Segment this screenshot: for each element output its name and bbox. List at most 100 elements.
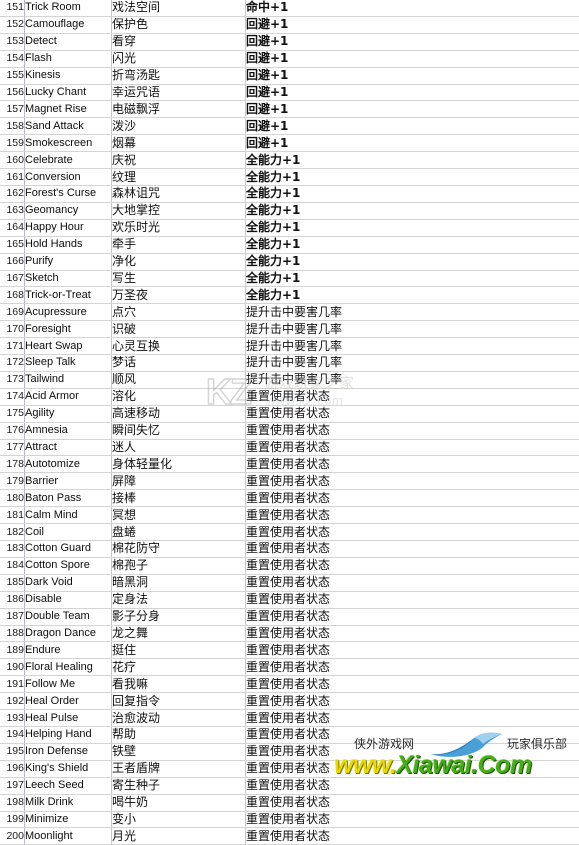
- move-name-chinese: 暗黑洞: [112, 574, 246, 591]
- table-row[interactable]: 174Acid Armor溶化重置使用者状态: [0, 388, 579, 405]
- row-number: 164: [0, 219, 25, 236]
- move-name-english: Baton Pass: [25, 490, 112, 507]
- table-row[interactable]: 168Trick-or-Treat万圣夜全能力+1: [0, 287, 579, 304]
- move-name-chinese: 识破: [112, 321, 246, 338]
- table-row[interactable]: 194Helping Hand帮助重置使用者状态: [0, 726, 579, 743]
- table-row[interactable]: 197Leech Seed寄生种子重置使用者状态: [0, 777, 579, 794]
- table-row[interactable]: 180Baton Pass接棒重置使用者状态: [0, 490, 579, 507]
- move-name-english: Dark Void: [25, 574, 112, 591]
- move-name-english: Purify: [25, 253, 112, 270]
- table-row[interactable]: 155Kinesis折弯汤匙回避+1: [0, 67, 579, 84]
- table-row[interactable]: 158Sand Attack泼沙回避+1: [0, 118, 579, 135]
- table-row[interactable]: 195Iron Defense铁壁重置使用者状态: [0, 743, 579, 760]
- table-row[interactable]: 172Sleep Talk梦话提升击中要害几率: [0, 355, 579, 372]
- move-effect: 重置使用者状态: [246, 591, 579, 608]
- table-row[interactable]: 173Tailwind顺风提升击中要害几率: [0, 371, 579, 388]
- move-name-chinese: 森林诅咒: [112, 185, 246, 202]
- row-number: 186: [0, 591, 25, 608]
- table-row[interactable]: 199Minimize变小重置使用者状态: [0, 811, 579, 828]
- table-row[interactable]: 163Geomancy大地掌控全能力+1: [0, 202, 579, 219]
- table-row[interactable]: 153Detect看穿回避+1: [0, 33, 579, 50]
- move-name-chinese: 闪光: [112, 50, 246, 67]
- move-name-english: Magnet Rise: [25, 101, 112, 118]
- table-row[interactable]: 198Milk Drink喝牛奶重置使用者状态: [0, 794, 579, 811]
- row-number: 174: [0, 388, 25, 405]
- table-row[interactable]: 191Follow Me看我嘛重置使用者状态: [0, 676, 579, 693]
- table-row[interactable]: 157Magnet Rise电磁飘浮回避+1: [0, 101, 579, 118]
- table-row[interactable]: 152Camouflage保护色回避+1: [0, 16, 579, 33]
- row-number: 177: [0, 439, 25, 456]
- move-name-english: Helping Hand: [25, 726, 112, 743]
- table-row[interactable]: 192Heal Order回复指令重置使用者状态: [0, 693, 579, 710]
- move-effect: 重置使用者状态: [246, 760, 579, 777]
- row-number: 200: [0, 828, 25, 845]
- move-name-chinese: 回复指令: [112, 693, 246, 710]
- table-row[interactable]: 175Agility高速移动重置使用者状态: [0, 405, 579, 422]
- table-row[interactable]: 159Smokescreen烟幕回避+1: [0, 135, 579, 152]
- move-effect: 命中+1: [246, 0, 579, 16]
- table-row[interactable]: 167Sketch写生全能力+1: [0, 270, 579, 287]
- table-row[interactable]: 187Double Team影子分身重置使用者状态: [0, 608, 579, 625]
- move-name-chinese: 寄生种子: [112, 777, 246, 794]
- row-number: 180: [0, 490, 25, 507]
- table-row[interactable]: 165Hold Hands牵手全能力+1: [0, 236, 579, 253]
- move-name-chinese: 棉孢子: [112, 557, 246, 574]
- move-name-english: Milk Drink: [25, 794, 112, 811]
- table-row[interactable]: 196King's Shield王者盾牌重置使用者状态: [0, 760, 579, 777]
- move-name-english: Celebrate: [25, 152, 112, 169]
- move-name-chinese: 牵手: [112, 236, 246, 253]
- table-row[interactable]: 171Heart Swap心灵互换提升击中要害几率: [0, 338, 579, 355]
- table-row[interactable]: 183Cotton Guard棉花防守重置使用者状态: [0, 541, 579, 558]
- move-effect: 全能力+1: [246, 253, 579, 270]
- table-row[interactable]: 176Amnesia瞬间失忆重置使用者状态: [0, 422, 579, 439]
- table-row[interactable]: 190Floral Healing花疗重置使用者状态: [0, 659, 579, 676]
- move-name-english: Agility: [25, 405, 112, 422]
- table-row[interactable]: 161Conversion纹理全能力+1: [0, 169, 579, 186]
- move-effect: 重置使用者状态: [246, 625, 579, 642]
- table-row[interactable]: 151Trick Room戏法空间命中+1: [0, 0, 579, 16]
- move-name-english: Double Team: [25, 608, 112, 625]
- table-row[interactable]: 181Calm Mind冥想重置使用者状态: [0, 507, 579, 524]
- table-row[interactable]: 182Coil盘蜷重置使用者状态: [0, 524, 579, 541]
- table-row[interactable]: 166Purify净化全能力+1: [0, 253, 579, 270]
- table-row[interactable]: 179Barrier屏障重置使用者状态: [0, 473, 579, 490]
- table-row[interactable]: 154Flash闪光回避+1: [0, 50, 579, 67]
- move-effect: 重置使用者状态: [246, 507, 579, 524]
- row-number: 167: [0, 270, 25, 287]
- move-name-chinese: 影子分身: [112, 608, 246, 625]
- table-row[interactable]: 189Endure挺住重置使用者状态: [0, 642, 579, 659]
- move-name-english: Coil: [25, 524, 112, 541]
- table-row[interactable]: 178Autotomize身体轻量化重置使用者状态: [0, 456, 579, 473]
- move-name-chinese: 烟幕: [112, 135, 246, 152]
- move-effect: 重置使用者状态: [246, 574, 579, 591]
- move-name-chinese: 喝牛奶: [112, 794, 246, 811]
- move-effect: 提升击中要害几率: [246, 304, 579, 321]
- table-row[interactable]: 177Attract迷人重置使用者状态: [0, 439, 579, 456]
- move-effect: 重置使用者状态: [246, 405, 579, 422]
- table-row[interactable]: 193Heal Pulse治愈波动重置使用者状态: [0, 710, 579, 727]
- move-name-chinese: 接棒: [112, 490, 246, 507]
- table-row[interactable]: 169Acupressure点穴提升击中要害几率: [0, 304, 579, 321]
- table-row[interactable]: 162Forest's Curse森林诅咒全能力+1: [0, 185, 579, 202]
- move-name-english: Acupressure: [25, 304, 112, 321]
- table-row[interactable]: 186Disable定身法重置使用者状态: [0, 591, 579, 608]
- table-row[interactable]: 160Celebrate庆祝全能力+1: [0, 152, 579, 169]
- table-row[interactable]: 170Foresight识破提升击中要害几率: [0, 321, 579, 338]
- table-row[interactable]: 188Dragon Dance龙之舞重置使用者状态: [0, 625, 579, 642]
- table-row[interactable]: 200Moonlight月光重置使用者状态: [0, 828, 579, 845]
- table-row[interactable]: 164Happy Hour欢乐时光全能力+1: [0, 219, 579, 236]
- move-name-english: Trick Room: [25, 0, 112, 16]
- move-name-chinese: 电磁飘浮: [112, 101, 246, 118]
- move-effect: 重置使用者状态: [246, 726, 579, 743]
- table-row[interactable]: 185Dark Void暗黑洞重置使用者状态: [0, 574, 579, 591]
- move-name-english: Foresight: [25, 321, 112, 338]
- move-name-chinese: 定身法: [112, 591, 246, 608]
- move-effect: 重置使用者状态: [246, 473, 579, 490]
- move-effect: 回避+1: [246, 33, 579, 50]
- move-name-english: Acid Armor: [25, 388, 112, 405]
- table-row[interactable]: 184Cotton Spore棉孢子重置使用者状态: [0, 557, 579, 574]
- move-name-english: Attract: [25, 439, 112, 456]
- move-name-english: Detect: [25, 33, 112, 50]
- row-number: 153: [0, 33, 25, 50]
- table-row[interactable]: 156Lucky Chant幸运咒语回避+1: [0, 84, 579, 101]
